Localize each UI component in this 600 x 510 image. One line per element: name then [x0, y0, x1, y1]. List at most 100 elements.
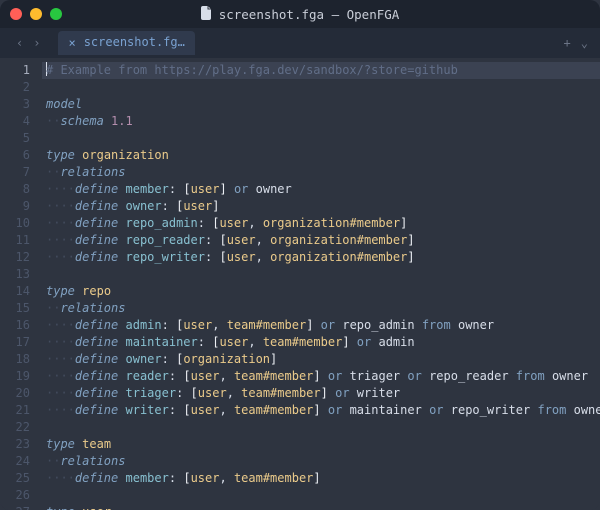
code-line[interactable]: ····define maintainer: [user, team#membe…: [42, 334, 600, 351]
token-ws: [350, 335, 357, 349]
line-number: 1: [0, 62, 42, 79]
code-line[interactable]: model: [42, 96, 600, 113]
token-op: from: [516, 369, 545, 383]
line-number: 20: [0, 385, 42, 402]
file-icon: [201, 6, 213, 23]
code-line[interactable]: type repo: [42, 283, 600, 300]
token-type: team#member: [234, 471, 313, 485]
token-ws: [183, 386, 190, 400]
token-type: user: [191, 182, 220, 196]
code-line[interactable]: [42, 419, 600, 436]
token-brace: ]: [407, 233, 414, 247]
token-rel: repo_reader: [126, 233, 205, 247]
code-line[interactable]: ··relations: [42, 164, 600, 181]
titlebar[interactable]: screenshot.fga — OpenFGA: [0, 0, 600, 28]
token-brace: ]: [270, 352, 277, 366]
token-type: organization#member: [263, 216, 400, 230]
token-op: from: [537, 403, 566, 417]
code-line[interactable]: type user: [42, 504, 600, 510]
token-ws: [169, 199, 176, 213]
tab-close-icon[interactable]: ×: [68, 36, 75, 50]
code-line[interactable]: ····define owner: [organization]: [42, 351, 600, 368]
token-ws: ····: [46, 216, 75, 230]
token-plain: ,: [256, 233, 263, 247]
code-line[interactable]: ····define writer: [user, team#member] o…: [42, 402, 600, 419]
token-rel: repo_writer: [126, 250, 205, 264]
token-op: or: [429, 403, 443, 417]
token-plain: owner: [552, 369, 588, 383]
token-kw: define: [75, 471, 118, 485]
code-line[interactable]: ····define owner: [user]: [42, 198, 600, 215]
token-plain: :: [169, 471, 176, 485]
token-ws: ····: [46, 199, 75, 213]
token-ws: [545, 369, 552, 383]
line-number: 13: [0, 266, 42, 283]
code-line[interactable]: ····define member: [user, team#member]: [42, 470, 600, 487]
code-line[interactable]: ··relations: [42, 300, 600, 317]
token-type: user: [219, 216, 248, 230]
token-type: organization#member: [270, 250, 407, 264]
token-kw: schema: [60, 114, 103, 128]
nav-arrows: ‹ ›: [4, 34, 52, 52]
token-brace: ]: [321, 386, 328, 400]
code-line[interactable]: ··relations: [42, 453, 600, 470]
token-ws: [118, 216, 125, 230]
token-plain: ,: [219, 471, 226, 485]
nav-forward-icon[interactable]: ›: [29, 34, 44, 52]
token-type: repo: [82, 284, 111, 298]
token-num: 1.1: [111, 114, 133, 128]
token-plain: owner: [256, 182, 292, 196]
token-brace: ]: [400, 216, 407, 230]
token-ws: ····: [46, 318, 75, 332]
token-op: from: [422, 318, 451, 332]
tab-bar: ‹ › × screenshot.fg… + ⌄: [0, 28, 600, 58]
token-ws: ····: [46, 386, 75, 400]
token-kw: define: [75, 335, 118, 349]
code-line[interactable]: [42, 487, 600, 504]
code-line[interactable]: type organization: [42, 147, 600, 164]
code-line[interactable]: [42, 266, 600, 283]
nav-back-icon[interactable]: ‹: [12, 34, 27, 52]
tab-screenshot-fga[interactable]: × screenshot.fg…: [58, 31, 194, 55]
code-line[interactable]: type team: [42, 436, 600, 453]
token-kw: define: [75, 403, 118, 417]
code-line[interactable]: ··schema 1.1: [42, 113, 600, 130]
token-kw: define: [75, 369, 118, 383]
token-type: user: [191, 471, 220, 485]
new-tab-icon[interactable]: +: [564, 36, 571, 50]
token-ws: [118, 250, 125, 264]
token-ws: [256, 216, 263, 230]
token-plain: ,: [219, 369, 226, 383]
code-line[interactable]: # Example from https://play.fga.dev/sand…: [42, 62, 600, 79]
token-type: team#member: [234, 403, 313, 417]
token-ws: [350, 386, 357, 400]
code-editor[interactable]: 1234567891011121314151617181920212223242…: [0, 58, 600, 510]
code-line[interactable]: [42, 130, 600, 147]
token-kw: relations: [60, 301, 125, 315]
token-type: team#member: [241, 386, 320, 400]
token-rel: triager: [126, 386, 177, 400]
code-line[interactable]: ····define member: [user] or owner: [42, 181, 600, 198]
line-number: 22: [0, 419, 42, 436]
tabs-overflow-icon[interactable]: ⌄: [581, 36, 588, 50]
token-type: user: [183, 318, 212, 332]
token-rel: member: [126, 182, 169, 196]
token-type: organization: [82, 148, 169, 162]
code-line[interactable]: ····define admin: [user, team#member] or…: [42, 317, 600, 334]
code-line[interactable]: ····define repo_writer: [user, organizat…: [42, 249, 600, 266]
token-type: user: [191, 369, 220, 383]
token-brace: ]: [313, 403, 320, 417]
code-line[interactable]: ····define triager: [user, team#member] …: [42, 385, 600, 402]
line-number: 10: [0, 215, 42, 232]
code-line[interactable]: ····define repo_reader: [user, organizat…: [42, 232, 600, 249]
code-line[interactable]: [42, 79, 600, 96]
code-area[interactable]: # Example from https://play.fga.dev/sand…: [42, 58, 600, 510]
token-ws: [118, 471, 125, 485]
token-type: team#member: [263, 335, 342, 349]
code-line[interactable]: ····define reader: [user, team#member] o…: [42, 368, 600, 385]
code-line[interactable]: ····define repo_admin: [user, organizati…: [42, 215, 600, 232]
token-kw: type: [46, 505, 75, 510]
token-type: organization: [183, 352, 270, 366]
token-plain: repo_reader: [429, 369, 508, 383]
token-rel: repo_admin: [126, 216, 198, 230]
